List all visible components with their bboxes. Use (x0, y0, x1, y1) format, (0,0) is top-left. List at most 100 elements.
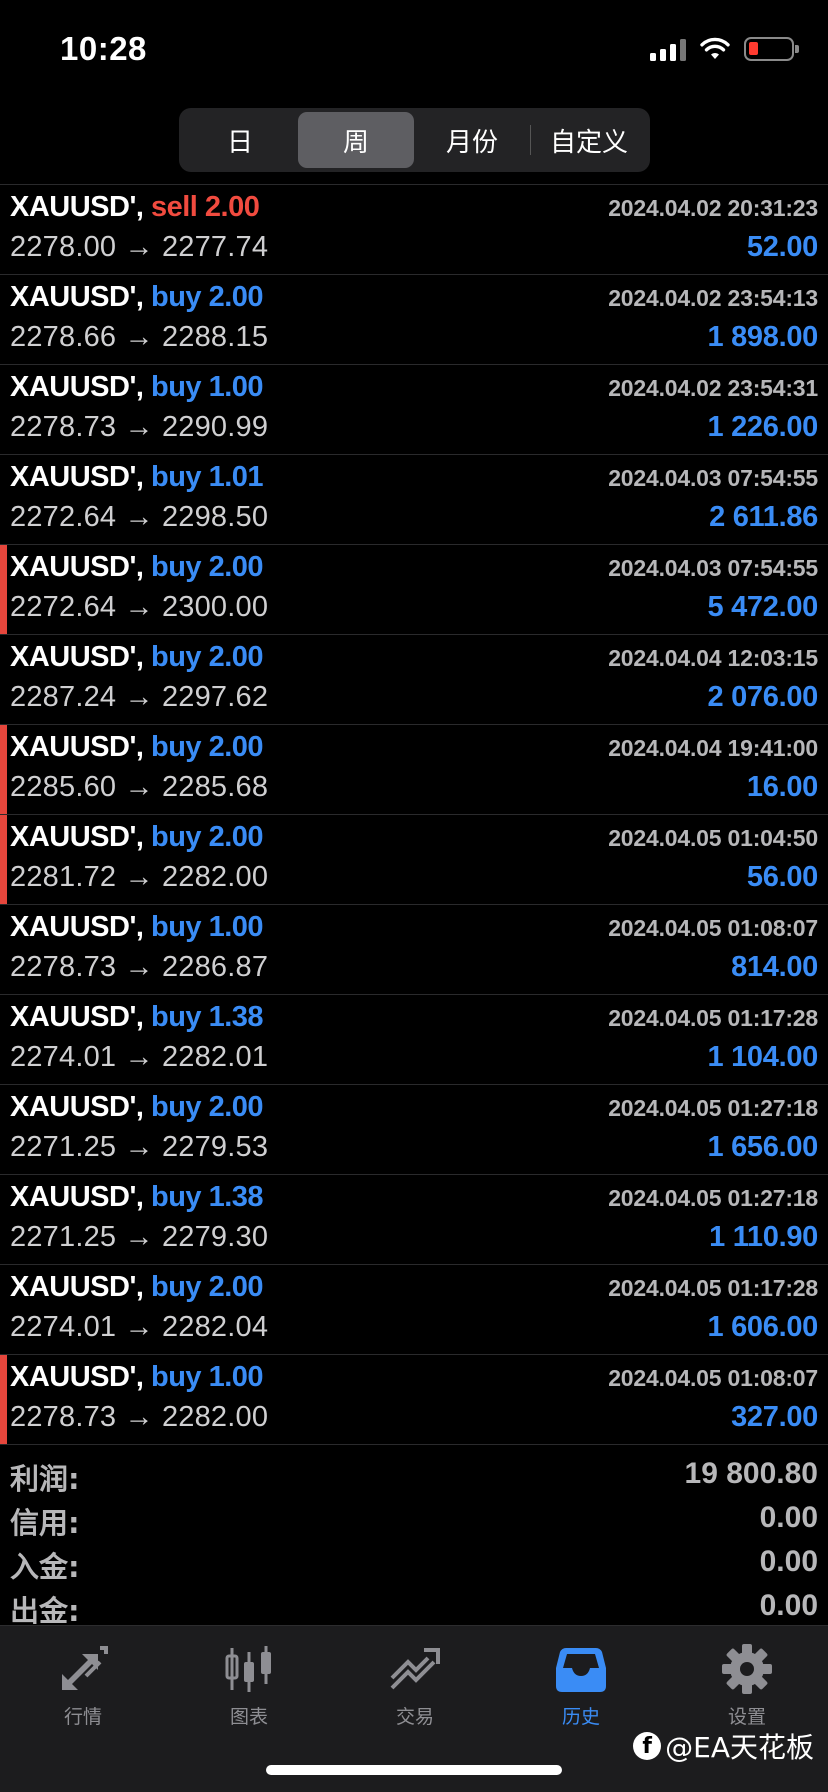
trade-prices: 2278.73 → 2282.00 (10, 1401, 269, 1433)
trade-profit: 1 656.00 (707, 1131, 819, 1163)
trade-history-list: XAUUSD', sell 2.00 2024.04.02 20:31:23 2… (0, 184, 828, 1445)
quotes-icon (62, 1646, 108, 1690)
profit-label: 利润: (10, 1462, 80, 1496)
deposit-value: 0.00 (759, 1545, 818, 1578)
trade-symbol: XAUUSD', sell 2.00 (10, 191, 260, 223)
trade-type: buy 1.01 (150, 461, 264, 493)
list-divider (0, 1444, 828, 1445)
table-row[interactable]: XAUUSD', buy 2.00 2024.04.04 12:03:15 22… (0, 634, 828, 724)
summary-deposit-row: 入金: 0.00 (0, 1540, 828, 1584)
cellular-signal-icon (650, 37, 686, 61)
table-row[interactable]: XAUUSD', buy 1.00 2024.04.05 01:08:07 22… (0, 904, 828, 994)
row-marker (0, 1355, 7, 1444)
trade-type: buy 2.00 (150, 641, 264, 673)
trade-prices: 2278.66 → 2288.15 (10, 321, 269, 353)
trade-profit: 1 898.00 (707, 321, 819, 353)
trade-profit: 16.00 (746, 771, 818, 803)
tab-charts[interactable]: 图表 (166, 1626, 332, 1746)
trade-symbol: XAUUSD', buy 1.38 (10, 1001, 264, 1033)
trade-datetime: 2024.04.05 01:27:18 (608, 1185, 818, 1211)
trade-type: buy 2.00 (150, 731, 264, 763)
trade-prices: 2278.73 → 2286.87 (10, 951, 269, 983)
table-row[interactable]: XAUUSD', buy 2.00 2024.04.05 01:17:28 22… (0, 1264, 828, 1354)
trade-datetime: 2024.04.05 01:17:28 (608, 1275, 818, 1301)
trade-symbol: XAUUSD', buy 2.00 (10, 1271, 264, 1303)
table-row[interactable]: XAUUSD', buy 1.38 2024.04.05 01:27:18 22… (0, 1174, 828, 1264)
table-row[interactable]: XAUUSD', buy 2.00 2024.04.04 19:41:00 22… (0, 724, 828, 814)
table-row[interactable]: XAUUSD', sell 2.00 2024.04.02 20:31:23 2… (0, 184, 828, 274)
trade-datetime: 2024.04.04 19:41:00 (608, 735, 818, 761)
trade-prices: 2285.60 → 2285.68 (10, 771, 269, 803)
trade-datetime: 2024.04.04 12:03:15 (608, 645, 818, 671)
history-summary: 利润: 19 800.80 信用: 0.00 入金: 0.00 出金: 0.00 (0, 1452, 828, 1628)
trade-prices: 2272.64 → 2300.00 (10, 591, 269, 623)
trade-profit: 327.00 (731, 1401, 818, 1433)
trade-symbol: XAUUSD', buy 1.00 (10, 911, 264, 943)
table-row[interactable]: XAUUSD', buy 2.00 2024.04.03 07:54:55 22… (0, 544, 828, 634)
trade-datetime: 2024.04.05 01:08:07 (608, 1365, 818, 1391)
trade-prices: 2287.24 → 2297.62 (10, 681, 269, 713)
table-row[interactable]: XAUUSD', buy 2.00 2024.04.05 01:27:18 22… (0, 1084, 828, 1174)
trade-symbol: XAUUSD', buy 2.00 (10, 551, 264, 583)
trade-datetime: 2024.04.03 07:54:55 (608, 465, 818, 491)
trade-profit: 2 611.86 (709, 501, 818, 533)
trade-datetime: 2024.04.02 20:31:23 (608, 195, 818, 221)
segment-custom[interactable]: 自定义 (531, 112, 647, 168)
tab-trade[interactable]: 交易 (332, 1626, 498, 1746)
segment-day[interactable]: 日 (182, 112, 298, 168)
withdrawal-value: 0.00 (759, 1589, 818, 1622)
segment-week[interactable]: 周 (298, 112, 414, 168)
trade-profit: 5 472.00 (707, 591, 819, 623)
withdrawal-label: 出金: (10, 1594, 80, 1628)
trade-datetime: 2024.04.05 01:08:07 (608, 915, 818, 941)
trade-symbol: XAUUSD', buy 1.00 (10, 1361, 264, 1393)
trade-prices: 2274.01 → 2282.01 (10, 1041, 269, 1073)
row-marker (0, 725, 7, 814)
trade-symbol: XAUUSD', buy 2.00 (10, 821, 264, 853)
credit-value: 0.00 (759, 1501, 818, 1534)
table-row[interactable]: XAUUSD', buy 2.00 2024.04.05 01:04:50 22… (0, 814, 828, 904)
table-row[interactable]: XAUUSD', buy 1.00 2024.04.02 23:54:31 22… (0, 364, 828, 454)
status-time: 10:28 (60, 30, 147, 67)
home-indicator (266, 1765, 562, 1775)
segment-month[interactable]: 月份 (414, 112, 530, 168)
trade-datetime: 2024.04.02 23:54:13 (608, 285, 818, 311)
trade-type: sell 2.00 (150, 191, 260, 223)
row-marker (0, 545, 7, 634)
tab-label: 设置 (727, 1706, 766, 1728)
trade-type: buy 2.00 (150, 1091, 264, 1123)
summary-withdrawal-row: 出金: 0.00 (0, 1584, 828, 1628)
trade-prices: 2278.00 → 2277.74 (10, 231, 269, 263)
table-row[interactable]: XAUUSD', buy 1.38 2024.04.05 01:17:28 22… (0, 994, 828, 1084)
candlestick-chart-icon (225, 1646, 271, 1692)
trade-type: buy 1.38 (150, 1001, 264, 1033)
tab-label: 图表 (229, 1706, 268, 1728)
trade-type: buy 1.00 (150, 1361, 264, 1393)
tab-label: 交易 (395, 1706, 434, 1728)
tab-quotes[interactable]: 行情 (0, 1626, 166, 1746)
trade-profit: 2 076.00 (707, 681, 819, 713)
trade-prices: 2278.73 → 2290.99 (10, 411, 269, 443)
profit-value: 19 800.80 (684, 1457, 818, 1490)
trade-symbol: XAUUSD', buy 2.00 (10, 731, 264, 763)
trade-type: buy 1.00 (150, 911, 264, 943)
trade-type: buy 2.00 (150, 1271, 264, 1303)
table-row[interactable]: XAUUSD', buy 2.00 2024.04.02 23:54:13 22… (0, 274, 828, 364)
trade-type: buy 2.00 (150, 821, 264, 853)
status-bar: 10:28 (0, 0, 828, 96)
trade-profit: 814.00 (731, 951, 818, 983)
credit-label: 信用: (10, 1506, 80, 1540)
watermark: f @EA天花板 (633, 1726, 814, 1766)
trade-prices: 2271.25 → 2279.53 (10, 1131, 269, 1163)
table-row[interactable]: XAUUSD', buy 1.00 2024.04.05 01:08:07 22… (0, 1354, 828, 1444)
trade-type: buy 1.38 (150, 1181, 264, 1213)
battery-icon (744, 37, 799, 61)
trade-symbol: XAUUSD', buy 2.00 (10, 1091, 264, 1123)
deposit-label: 入金: (10, 1550, 80, 1584)
trade-type: buy 1.00 (150, 371, 264, 403)
trade-datetime: 2024.04.05 01:27:18 (608, 1095, 818, 1121)
trade-prices: 2272.64 → 2298.50 (10, 501, 269, 533)
table-row[interactable]: XAUUSD', buy 1.01 2024.04.03 07:54:55 22… (0, 454, 828, 544)
trade-icon (390, 1648, 440, 1690)
trade-profit: 1 104.00 (707, 1041, 819, 1073)
